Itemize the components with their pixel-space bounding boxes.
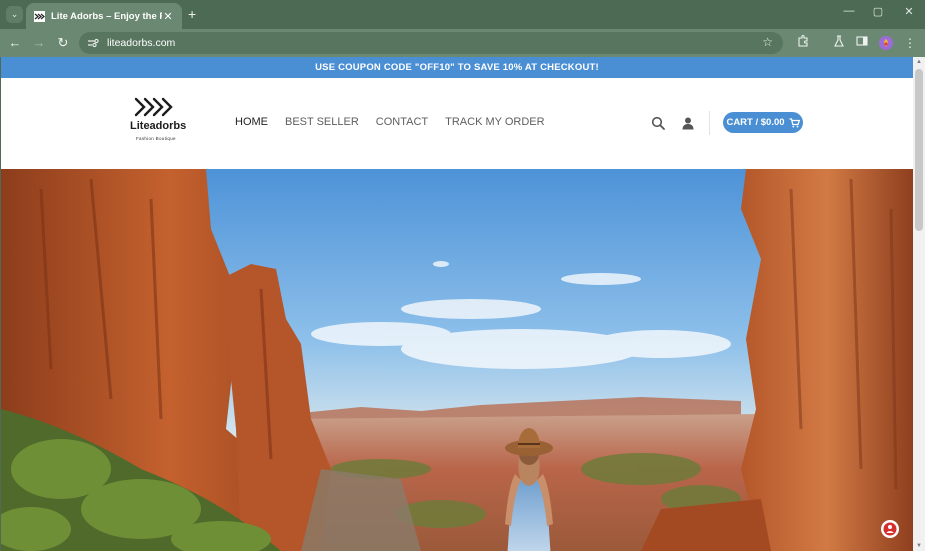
new-tab-icon[interactable]: + xyxy=(188,6,196,22)
nav-item-home[interactable]: HOME xyxy=(235,116,268,128)
logo-arrows-icon xyxy=(134,97,173,117)
main-nav: HOME BEST SELLER CONTACT TRACK MY ORDER xyxy=(235,116,545,128)
reload-icon[interactable]: ↻ xyxy=(55,35,71,51)
nav-item-best-seller[interactable]: BEST SELLER xyxy=(285,116,359,128)
browser-tab[interactable]: Lite Adorbs – Enjoy the Ride! ✕ xyxy=(26,3,182,29)
hero-banner-image xyxy=(1,169,913,551)
tab-title: Lite Adorbs – Enjoy the Ride! xyxy=(51,10,162,22)
nav-item-track-my-order[interactable]: TRACK MY ORDER xyxy=(445,116,544,128)
header-divider xyxy=(709,111,710,135)
forward-icon[interactable]: → xyxy=(31,35,47,51)
page-scrollbar[interactable]: ▲ ▼ xyxy=(913,57,925,551)
cart-icon xyxy=(789,117,800,128)
address-bar[interactable]: liteadorbs.com ☆ xyxy=(79,32,783,54)
site-info-icon[interactable] xyxy=(87,37,99,49)
window-close-icon[interactable]: ✕ xyxy=(899,5,919,18)
profile-icon[interactable] xyxy=(879,36,893,50)
cart-button[interactable]: CART / $0.00 xyxy=(723,112,803,133)
user-account-icon[interactable] xyxy=(681,116,695,130)
search-icon[interactable] xyxy=(651,116,665,130)
logo-name: Liteadorbs xyxy=(130,120,187,132)
side-panel-icon[interactable] xyxy=(854,35,870,51)
labs-icon[interactable] xyxy=(831,35,847,51)
menu-icon[interactable]: ⋮ xyxy=(902,35,918,51)
tab-search-icon[interactable]: ⌄ xyxy=(6,6,23,23)
scroll-up-icon[interactable]: ▲ xyxy=(916,59,922,65)
nav-item-contact[interactable]: CONTACT xyxy=(376,116,428,128)
hero-person xyxy=(505,428,553,551)
help-widget-icon[interactable] xyxy=(881,520,899,538)
extensions-icon[interactable] xyxy=(795,34,811,51)
site-logo[interactable]: Liteadorbs Fashion Boutique xyxy=(123,96,193,144)
page-viewport: USE COUPON CODE "OFF10" TO SAVE 10% AT C… xyxy=(1,57,913,551)
browser-toolbar: ← → ↻ liteadorbs.com ☆ ⋮ xyxy=(0,29,925,57)
minimize-icon[interactable]: — xyxy=(839,5,859,17)
url-text: liteadorbs.com xyxy=(107,37,176,49)
maximize-icon[interactable]: ▢ xyxy=(868,5,888,18)
cart-label: CART / $0.00 xyxy=(726,117,785,128)
browser-tab-bar: ⌄ Lite Adorbs – Enjoy the Ride! ✕ + — ▢ … xyxy=(0,0,925,29)
scroll-down-icon[interactable]: ▼ xyxy=(916,543,922,549)
close-icon[interactable]: ✕ xyxy=(162,10,174,23)
promo-banner: USE COUPON CODE "OFF10" TO SAVE 10% AT C… xyxy=(1,57,913,78)
site-header: Liteadorbs Fashion Boutique HOME BEST SE… xyxy=(1,78,913,169)
scroll-thumb[interactable] xyxy=(915,69,923,231)
back-icon[interactable]: ← xyxy=(7,35,23,51)
logo-tagline: Fashion Boutique xyxy=(136,136,176,141)
bookmark-star-icon[interactable]: ☆ xyxy=(762,35,773,49)
favicon-icon xyxy=(34,10,45,22)
